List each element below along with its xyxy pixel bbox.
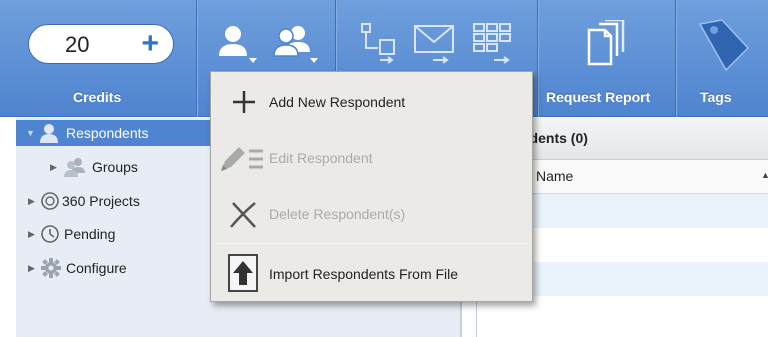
people-icon: [64, 158, 85, 177]
collapse-arrow-icon[interactable]: ▶: [28, 196, 40, 207]
circle-arrow-icon: [41, 192, 59, 210]
x-icon: [230, 202, 256, 228]
flow-icon: [361, 23, 395, 64]
tree-item-groups[interactable]: ▶ Groups: [50, 154, 138, 180]
people-icon[interactable]: [272, 24, 322, 64]
clock-icon: [41, 225, 59, 243]
tree-item-360-projects[interactable]: ▶ 360 Projects: [28, 188, 140, 214]
toolbar-separator: [537, 0, 538, 117]
toolbar-separator: [196, 0, 197, 117]
tree-item-label: 360 Projects: [62, 193, 140, 209]
sort-arrow-icon[interactable]: ▲: [761, 170, 768, 180]
gear-icon: [41, 258, 61, 278]
collapse-arrow-icon[interactable]: ▶: [28, 229, 40, 240]
plus-icon: [233, 91, 255, 113]
add-credits-icon[interactable]: +: [141, 27, 159, 61]
column-name[interactable]: Name: [536, 168, 573, 184]
tags-label: Tags: [700, 89, 732, 105]
menu-item-label: Add New Respondent: [269, 94, 406, 110]
menu-item-add-new-respondent[interactable]: Add New Respondent: [211, 77, 532, 127]
request-report-label: Request Report: [546, 89, 651, 105]
pencil-list-icon: [221, 147, 263, 171]
menu-item-import-respondents[interactable]: Import Respondents From File: [211, 249, 532, 299]
menu-item-label: Import Respondents From File: [269, 266, 459, 282]
credits-label: Credits: [73, 89, 122, 105]
credits-counter[interactable]: 20 +: [28, 24, 174, 64]
tree-item-label: Pending: [64, 226, 116, 242]
menu-item-label: Edit Respondent: [269, 150, 373, 166]
menu-separator: [217, 243, 527, 244]
collapse-arrow-icon[interactable]: ▶: [28, 263, 40, 274]
tree-item-label: Respondents: [66, 125, 149, 141]
documents-icon[interactable]: [583, 20, 627, 68]
tree-item-label: Groups: [92, 159, 138, 175]
collapse-arrow-icon[interactable]: ▶: [50, 162, 62, 173]
tree-item-pending[interactable]: ▶ Pending: [28, 221, 115, 247]
menu-item-delete-respondents: Delete Respondent(s): [211, 189, 532, 239]
email-icon: [414, 25, 454, 64]
credits-value: 20: [65, 32, 90, 57]
upload-arrow-icon: [228, 254, 258, 292]
menu-item-edit-respondent: Edit Respondent: [211, 133, 532, 183]
menu-item-label: Delete Respondent(s): [269, 206, 406, 222]
respondent-menu: Add New Respondent Edit Respondent Delet…: [210, 71, 533, 302]
grid-export-icon: [473, 23, 511, 64]
tree-item-label: Configure: [66, 260, 127, 276]
toolbar-separator: [675, 0, 676, 117]
tree-item-configure[interactable]: ▶ Configure: [28, 255, 127, 281]
tree-item-respondents[interactable]: ▼ Respondents: [16, 120, 216, 146]
expand-arrow-icon[interactable]: ▼: [26, 128, 38, 138]
person-icon[interactable]: [215, 24, 259, 64]
tag-icon[interactable]: [692, 14, 752, 74]
person-icon: [40, 124, 58, 143]
